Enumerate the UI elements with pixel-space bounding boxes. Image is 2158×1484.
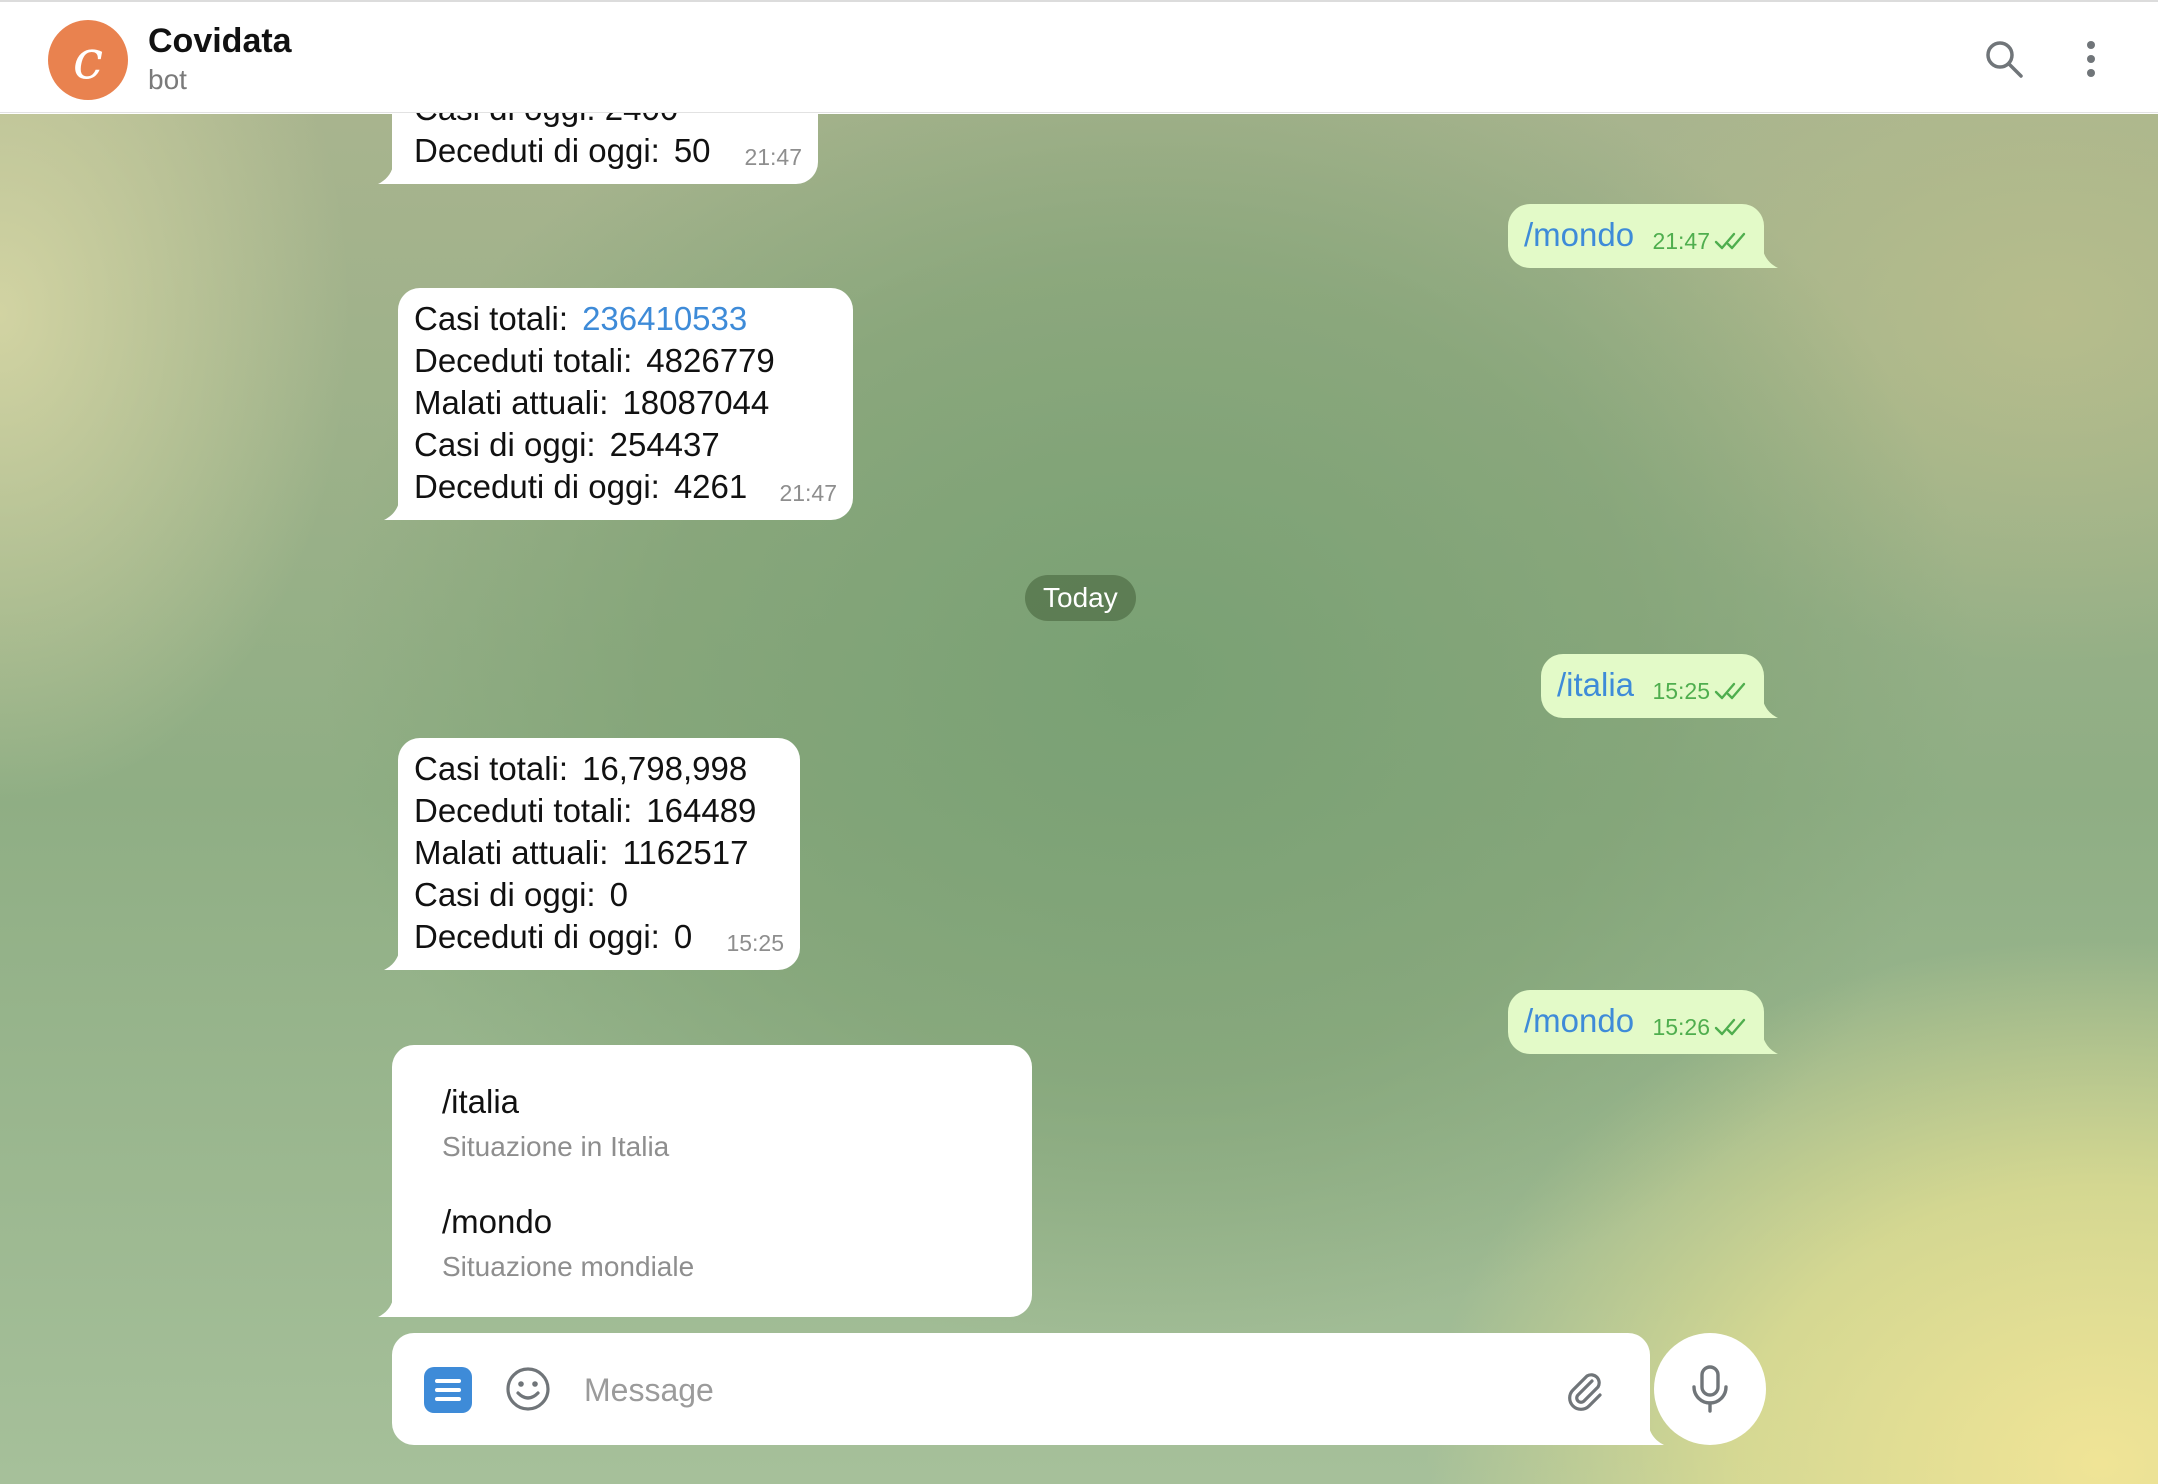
command-description: Situazione in Italia [442,1131,670,1162]
read-checkmarks-icon [1714,682,1746,700]
message-time: 21:47 [779,480,837,506]
stat-label: Deceduti totali: [414,792,633,829]
command-description: Situazione mondiale [442,1251,695,1282]
message-bubble-incoming: Casi totali: 16,798,998 Deceduti totali: 1… [384,738,800,970]
bubble-tail [384,498,400,520]
search-button[interactable] [1981,36,2027,82]
stat-row: Deceduti totali: 4826779 [414,340,853,382]
bubble-tail [1648,1423,1664,1445]
bot-menu-icon[interactable] [424,1367,472,1413]
stat-row: Casi totali: 236410533 [414,298,853,340]
bubble-tail [384,948,400,970]
chat-background [0,114,2158,1484]
stat-row: Casi totali: 16,798,998 [414,748,800,790]
read-checkmarks-icon [1714,1018,1746,1036]
command-name: /italia [442,1083,520,1120]
stat-label: Casi totali: [414,300,569,337]
stat-label: Deceduti totali: [414,342,633,379]
stat-label: Malati attuali: [414,384,609,421]
stat-value: 164489 [646,792,757,829]
stat-label: Casi totali: [414,750,569,787]
telegram-window: c Covidata bot Casi di oggi: 2400 Decedu… [0,0,2158,1484]
command-item-mondo[interactable]: /mondo Situazione mondiale [442,1203,694,1283]
message-meta: 15:26 [1652,1006,1748,1048]
bubble-tail [1762,246,1778,268]
stat-row: Deceduti totali: 164489 [414,790,800,832]
stat-label: Deceduti di oggi: [414,918,660,955]
stat-value: 16,798,998 [582,750,748,787]
stat-row: Malati attuali: 18087044 [414,382,853,424]
message-input[interactable] [582,1361,1366,1419]
bot-commands-panel: /italia Situazione in Italia /mondo Situ… [378,1045,1032,1317]
message-time: 15:25 [1652,678,1710,704]
command-item-italia[interactable]: /italia Situazione in Italia [442,1083,669,1163]
command-link[interactable]: /italia [1557,666,1634,703]
message-time: 21:47 [744,144,802,170]
microphone-button[interactable] [1654,1333,1766,1445]
message-bubble-outgoing: /italia 15:25 [1541,654,1778,718]
stat-label: Deceduti di oggi: [414,468,660,505]
stat-label: Casi di oggi: [414,426,596,463]
stat-label: Malati attuali: [414,834,609,871]
emoji-icon[interactable] [504,1365,552,1413]
date-separator: Today [1025,575,1136,621]
chat-header: c Covidata bot [0,0,2158,113]
message-time: 21:47 [1652,228,1710,254]
microphone-icon [1692,1365,1728,1413]
message-bubble-outgoing: /mondo 15:26 [1508,990,1778,1054]
message-composer [392,1333,1664,1445]
more-button[interactable] [2068,36,2114,82]
stat-label: Casi di oggi: [414,876,596,913]
stat-value: 4261 [673,468,748,505]
paperclip-icon[interactable] [1562,1367,1606,1411]
stat-row: Malati attuali: 1162517 [414,832,800,874]
stat-row: Casi di oggi: 0 [414,874,800,916]
bubble-tail [378,1295,394,1317]
read-checkmarks-icon [1714,232,1746,250]
stat-value: 50 [673,132,711,169]
command-name: /mondo [442,1203,553,1240]
bubble-tail [378,162,394,184]
stat-value: 0 [673,918,693,955]
message-bubble-incoming: Casi totali: 236410533 Deceduti totali: 48… [384,288,853,520]
message-time: 15:26 [1652,1014,1710,1040]
command-link[interactable]: /mondo [1524,1002,1634,1039]
message-bubble-outgoing: /mondo 21:47 [1508,204,1778,268]
stat-value: 1162517 [622,834,749,871]
stat-value: 18087044 [622,384,770,421]
message-meta: 15:25 [1652,670,1748,712]
bubble-tail [1762,696,1778,718]
stat-value-link[interactable]: 236410533 [582,300,747,337]
chat-status: bot [148,64,187,95]
message-meta: 21:47 [1652,220,1748,262]
stat-value: 4826779 [646,342,775,379]
message-time: 15:25 [726,930,784,956]
chat-title[interactable]: Covidata [148,22,292,61]
more-vertical-icon [2087,41,2095,77]
stat-value: 254437 [609,426,720,463]
stat-row: Casi di oggi: 254437 [414,424,853,466]
bubble-tail [1762,1032,1778,1054]
avatar[interactable]: c [48,20,128,100]
stat-value: 0 [609,876,628,913]
command-link[interactable]: /mondo [1524,216,1634,253]
stat-label: Deceduti di oggi: [414,132,660,169]
search-icon [1986,41,2023,78]
